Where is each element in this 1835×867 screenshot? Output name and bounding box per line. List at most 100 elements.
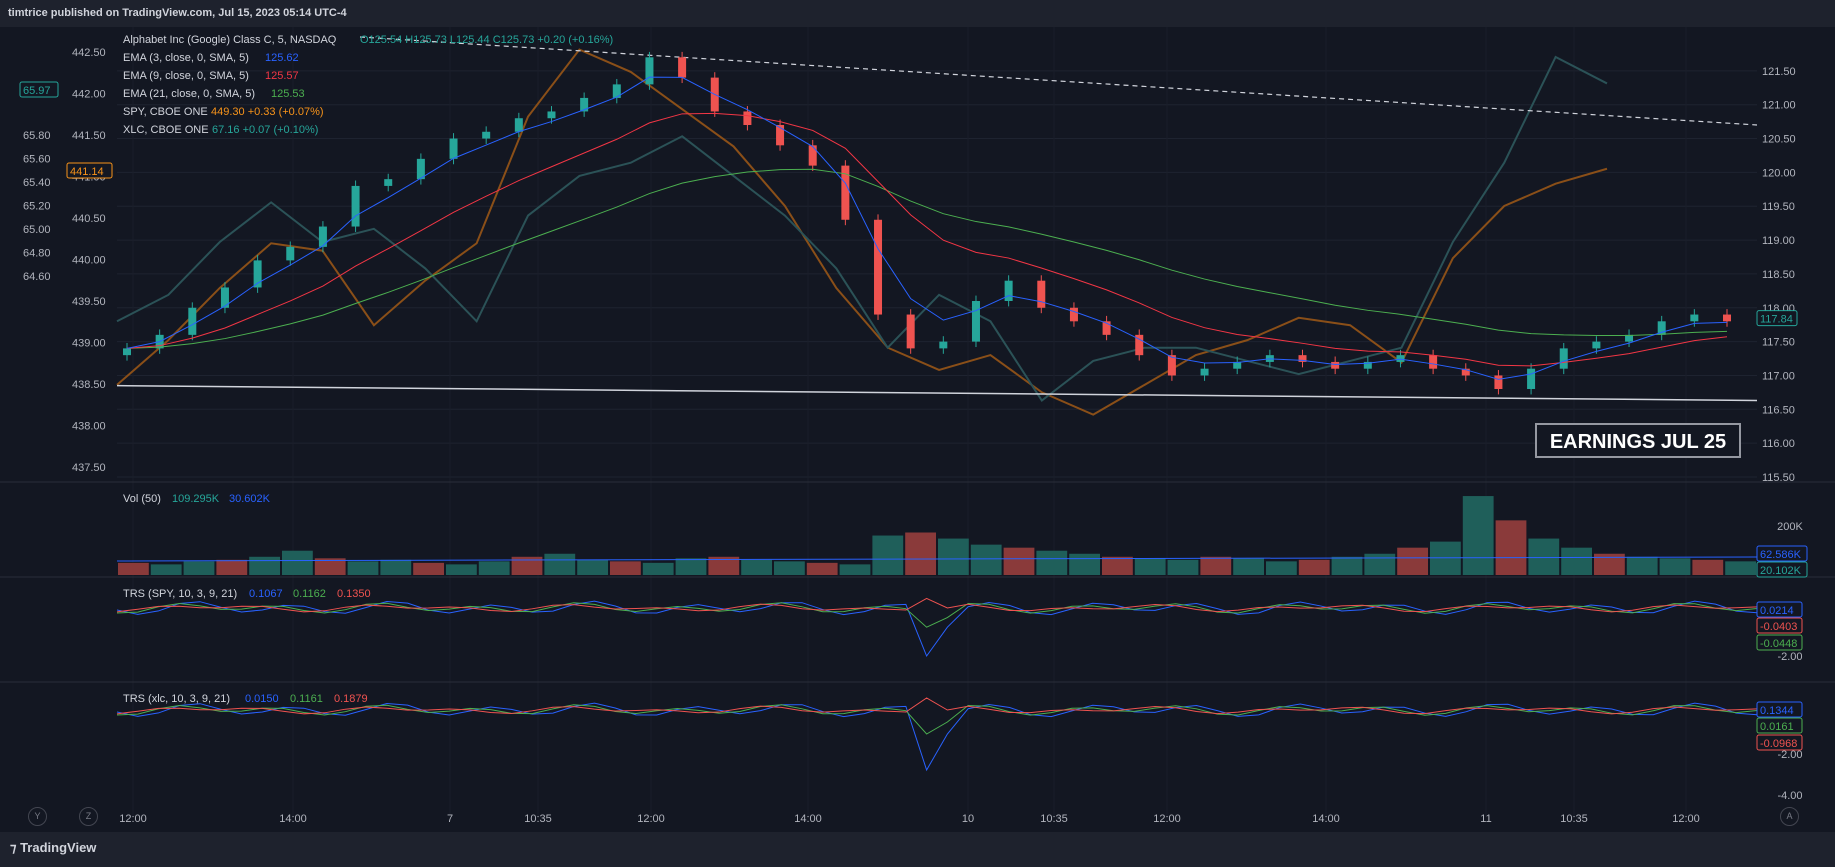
volume-bar (1167, 559, 1199, 575)
legend-ema9: EMA (9, close, 0, SMA, 5) (123, 70, 249, 82)
volume-bar (1397, 547, 1428, 575)
trs1-axis-tick: -2.00 (1777, 651, 1802, 663)
volume-bar (806, 562, 838, 575)
x-tick: 10 (962, 813, 974, 825)
candle-body (547, 111, 556, 119)
volume-bar (1626, 556, 1658, 575)
xlc-tick: 64.80 (23, 248, 51, 260)
last-price-tag: 117.84 (1760, 314, 1793, 326)
spy-tick: 438.50 (72, 379, 106, 391)
candle-body (939, 341, 948, 349)
xlc-tick: 65.20 (23, 201, 51, 213)
volume-bar (1102, 556, 1133, 575)
volume-bar (1069, 553, 1100, 575)
vol-legend-v1: 109.295K (172, 493, 220, 505)
candle-body (645, 57, 654, 85)
candle-body (1494, 375, 1503, 389)
volume-bar (1462, 496, 1494, 575)
candle-body (743, 111, 752, 125)
trs1-legend: TRS (SPY, 10, 3, 9, 21) (123, 588, 237, 600)
price-tick: 120.00 (1762, 167, 1796, 179)
trs1-tag-2: -0.0403 (1760, 621, 1797, 633)
candle-body (384, 179, 393, 186)
candle-body (906, 314, 915, 349)
candle-body (1559, 348, 1568, 369)
volume-bar (1561, 547, 1592, 575)
trs2-v1: 0.0150 (245, 693, 279, 705)
volume-bar (1528, 538, 1560, 575)
x-tick: 7 (447, 813, 453, 825)
volume-bar (1659, 558, 1691, 575)
volume-bar (1036, 550, 1068, 575)
vol-tag-1: 62.586K (1760, 549, 1802, 561)
trs2-v2: 0.1161 (290, 693, 323, 705)
volume-bar (380, 559, 412, 575)
volume-bar (347, 561, 379, 575)
legend-ema21: EMA (21, close, 0, SMA, 5) (123, 88, 255, 100)
chart-canvas[interactable]: 121.50 121.00 120.50 120.00 119.50 119.00 118.… (0, 27, 1835, 832)
trs1-v3: 0.1350 (337, 588, 371, 600)
spy-tick: 440.00 (72, 255, 106, 267)
volume-bar (446, 564, 477, 575)
spy-tick: 442.50 (72, 47, 106, 59)
legend-ema3: EMA (3, close, 0, SMA, 5) (123, 52, 249, 64)
candle-body (286, 246, 295, 261)
candle-body (1592, 341, 1601, 349)
spy-tick: 440.50 (72, 213, 106, 225)
legend-symbol: Alphabet Inc (Google) Class C, 5, NASDAQ (123, 34, 337, 46)
volume-bar (774, 561, 805, 575)
trs2-legend: TRS (xlc, 10, 3, 9, 21) (123, 693, 230, 705)
x-tick: 14:00 (1312, 813, 1340, 825)
spy-tick: 442.00 (72, 89, 106, 101)
price-tick: 116.00 (1762, 438, 1795, 450)
xlc-tick: 65.60 (23, 154, 51, 166)
candle-body (1723, 314, 1731, 322)
candle-body (123, 348, 131, 356)
y-axis-btn[interactable]: Y (28, 807, 47, 826)
volume-bar (1233, 558, 1264, 575)
x-tick: 14:00 (794, 813, 822, 825)
price-tick: 119.50 (1762, 201, 1795, 213)
candle-body (351, 185, 360, 227)
price-tick: 115.50 (1762, 472, 1795, 484)
vol-legend: Vol (50) (123, 493, 161, 505)
candle-body (482, 131, 491, 139)
volume-bar (905, 532, 936, 575)
volume-bar (249, 556, 280, 575)
volume-bar (216, 559, 248, 575)
x-tick: 10:35 (1560, 813, 1588, 825)
legend-ema9-value: 125.57 (265, 70, 299, 82)
candle-body (971, 301, 980, 342)
xlc-tick: 65.00 (23, 224, 51, 236)
volume-bar (1495, 520, 1527, 575)
volume-bar (1134, 558, 1166, 575)
legend-ema21-value: 125.53 (271, 88, 305, 100)
price-tick: 118.50 (1762, 269, 1795, 281)
trs1-v2: 0.1162 (293, 588, 326, 600)
candle-body (188, 307, 197, 335)
volume-bar (478, 561, 510, 575)
candle-body (1069, 307, 1078, 322)
volume-bar (183, 561, 215, 575)
volume-bar (1725, 561, 1756, 575)
xlc-tick: 64.60 (23, 271, 51, 283)
spy-tick: 439.50 (72, 296, 106, 308)
volume-bar (1003, 547, 1035, 575)
auto-scale-btn[interactable]: A (1780, 807, 1799, 826)
volume-bar (282, 550, 313, 575)
volume-bar (610, 561, 641, 575)
candle-body (1527, 368, 1536, 389)
xlc-tick: 65.40 (23, 177, 51, 189)
x-tick: 12:00 (1672, 813, 1700, 825)
vol-legend-v2: 30.602K (229, 493, 271, 505)
spy-tick: 439.00 (72, 338, 106, 350)
publisher-text: timtrice published on TradingView.com, J… (8, 7, 347, 19)
z-axis-btn[interactable]: Z (79, 807, 98, 826)
candle-body (1429, 355, 1438, 369)
volume-bar (839, 564, 871, 575)
trs2-tag-1: 0.1344 (1760, 705, 1794, 717)
x-tick: 12:00 (1153, 813, 1181, 825)
volume-bar (675, 558, 707, 575)
volume-bar (150, 564, 182, 575)
candle-body (808, 145, 817, 166)
